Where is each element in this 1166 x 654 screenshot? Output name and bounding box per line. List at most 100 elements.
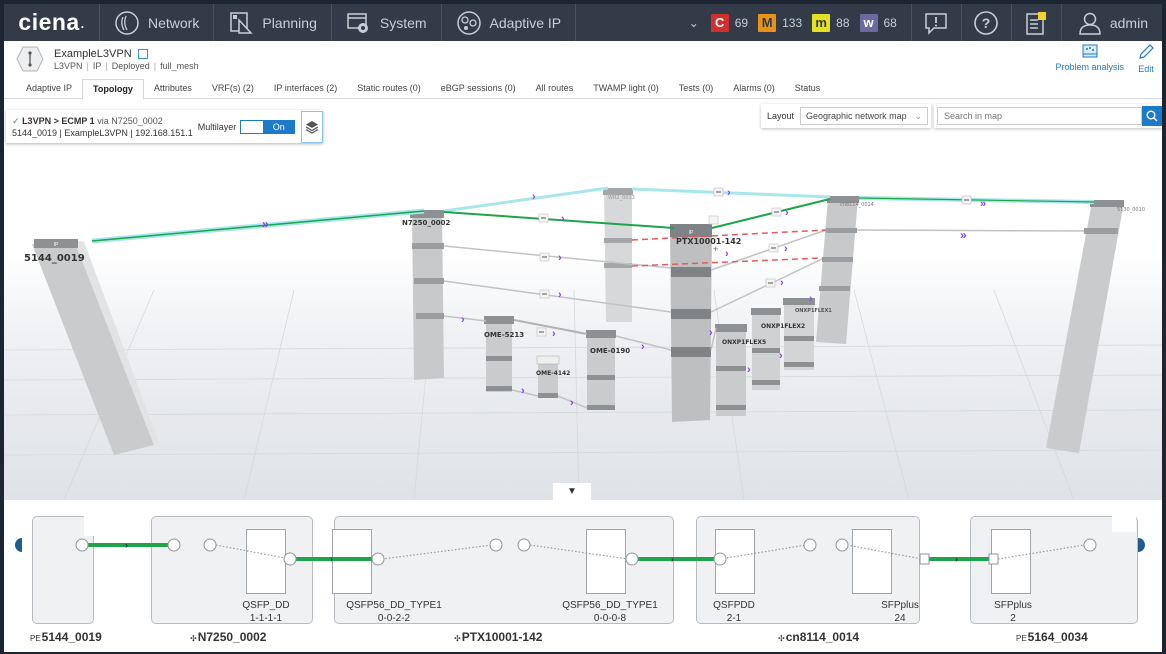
tab-static-routes[interactable]: Static routes (0) — [347, 79, 431, 99]
minor-alarm-count: 88 — [836, 15, 850, 30]
warning-alarm-badge[interactable]: w — [859, 13, 878, 32]
svg-text:IP: IP — [689, 230, 694, 236]
layers-button[interactable] — [301, 110, 323, 143]
topology-canvas[interactable]: IP IP » › › » › › › › › › › » › › › › › … — [4, 100, 1162, 500]
link-ip-ptx-cn8114[interactable] — [711, 198, 831, 229]
link-ip-wr2-cn8114[interactable] — [631, 187, 831, 199]
tab-adaptive-ip[interactable]: Adaptive IP — [16, 79, 82, 99]
map-search — [934, 104, 1162, 128]
search-input[interactable] — [937, 107, 1142, 125]
edit-button[interactable]: Edit — [1138, 44, 1154, 74]
tab-ip-interfaces[interactable]: IP interfaces (2) — [264, 79, 347, 99]
problem-analysis-button[interactable]: Problem analysis — [1055, 44, 1124, 74]
path-title[interactable]: L3VPN > ECMP 1 — [22, 116, 95, 126]
pillar-cn8114-0014[interactable] — [816, 196, 859, 344]
help-button[interactable]: ? — [960, 4, 1011, 41]
tab-alarms[interactable]: Alarms (0) — [723, 79, 785, 99]
node-onxp1flex5[interactable] — [715, 324, 747, 416]
tab-tests[interactable]: Tests (0) — [669, 79, 724, 99]
port-id: 2 — [1010, 613, 1016, 624]
link-ip-n7250-ptx[interactable] — [443, 211, 675, 229]
svg-text:›: › — [330, 554, 333, 564]
chevron-icon: › — [780, 277, 784, 289]
pillar-5144-0019[interactable]: IP — [32, 239, 159, 455]
chevron-icon: › — [747, 364, 751, 376]
user-menu[interactable]: admin — [1060, 4, 1162, 41]
chevron-down-icon[interactable]: ⌄ — [689, 16, 699, 30]
feedback-button[interactable] — [910, 4, 961, 41]
port-circles[interactable] — [75, 538, 1097, 566]
layout-dropdown[interactable]: Geographic network map ⌄ — [800, 107, 928, 125]
link-phy-ome5213-ome4142[interactable] — [511, 389, 539, 397]
pillar-wr2-0013[interactable] — [603, 188, 633, 322]
chevron-down-icon: ⌄ — [914, 110, 922, 121]
node-ome-0190[interactable] — [586, 330, 616, 410]
floor-grid — [4, 289, 1162, 500]
collapse-panel-button[interactable]: ▼ — [553, 483, 591, 500]
svg-text:›: › — [955, 554, 958, 564]
feedback-icon — [925, 12, 948, 35]
link-optical-ome5213-ome0190[interactable] — [513, 319, 588, 335]
minor-alarm-badge[interactable]: m — [812, 13, 831, 32]
problem-analysis-icon — [1082, 44, 1098, 58]
tab-twamp-light[interactable]: TWAMP light (0) — [583, 79, 669, 99]
system-icon — [347, 12, 368, 33]
chevron-icon: › — [570, 397, 574, 409]
tab-all-routes[interactable]: All routes — [526, 79, 584, 99]
link-optical-n7250-ome5213[interactable] — [443, 315, 487, 322]
adaptive-ip-icon — [456, 10, 481, 35]
critical-alarm-badge[interactable]: C — [710, 13, 729, 32]
link-eth-cn8114-5130[interactable] — [856, 229, 1085, 232]
port-id: 1-1-1-1 — [249, 613, 283, 624]
tab-attributes[interactable]: Attributes — [144, 79, 202, 99]
node-label-cn8114-0014: cn8114_0014 — [840, 202, 874, 208]
node-label-5130-0010: 5130_0010 — [1117, 207, 1145, 213]
pillar-5130-0010[interactable] — [1046, 200, 1124, 453]
major-alarm-badge[interactable]: M — [758, 13, 777, 32]
port-type: QSFP56_DD_TYPE1 — [346, 600, 442, 611]
link-ip-cn8114-5130[interactable] — [858, 196, 1095, 204]
notifications-button[interactable] — [1010, 4, 1061, 41]
svg-text:›: › — [125, 540, 128, 550]
nav-adaptive-ip-label: Adaptive IP — [489, 14, 562, 31]
service-type: L3VPN — [54, 60, 83, 71]
search-button[interactable] — [1142, 106, 1162, 126]
chevron-icon: › — [552, 328, 556, 340]
port-label: QSFP56_DD_TYPE1 0-0-0-8 — [550, 599, 670, 625]
ciena-logo[interactable]: ciena. — [4, 4, 100, 41]
link-ip-n7250-wr2[interactable] — [443, 186, 609, 213]
tab-status[interactable]: Status — [785, 79, 831, 99]
tab-bar: Adaptive IP Topology Attributes VRF(s) (… — [4, 79, 1162, 100]
nav-network[interactable]: Network — [100, 4, 215, 41]
chevron-icon: › — [558, 252, 562, 264]
node-ome-5213[interactable] — [484, 316, 514, 392]
svg-text:?: ? — [982, 15, 991, 31]
chevron-icon: » — [960, 228, 967, 242]
alarm-summary[interactable]: ⌄ C 69 M 133 m 88 w 68 — [689, 13, 911, 32]
tab-vrfs[interactable]: VRF(s) (2) — [202, 79, 264, 99]
strip-node-label: PE5164_0034 — [1016, 630, 1088, 644]
topology-3d-scene[interactable]: IP IP » › › » › › › › › › › » › › › › › … — [4, 100, 1162, 500]
pillar-n7250-0002[interactable] — [410, 210, 444, 380]
pillar-ptx10001-142[interactable]: IP — [670, 224, 712, 422]
link-ip-5144-n7250[interactable] — [91, 208, 425, 244]
nav-planning[interactable]: Planning — [214, 4, 332, 41]
rename-icon[interactable] — [137, 48, 148, 59]
triangle-down-icon: ▼ — [567, 486, 577, 497]
user-icon — [1079, 12, 1101, 35]
service-state: Deployed — [111, 60, 150, 71]
tab-topology[interactable]: Topology — [82, 79, 144, 100]
service-header: ExampleL3VPN L3VPN | IP | Deployed | full_mesh — [16, 46, 199, 72]
pencil-icon — [1139, 44, 1154, 59]
chevron-icon: » — [980, 198, 986, 210]
chevron-icon: › — [785, 207, 789, 219]
node-onxp1flex2[interactable] — [751, 308, 781, 390]
multilayer-toggle[interactable]: On — [240, 119, 296, 134]
node-ome-4142[interactable] — [536, 355, 560, 398]
nav-adaptive-ip[interactable]: Adaptive IP — [442, 4, 577, 41]
toggle-knob — [241, 120, 264, 133]
check-icon: ✓ — [12, 115, 20, 126]
chevron-icon: › — [461, 314, 465, 326]
nav-system[interactable]: System — [332, 4, 442, 41]
tab-ebgp-sessions[interactable]: eBGP sessions (0) — [431, 79, 526, 99]
